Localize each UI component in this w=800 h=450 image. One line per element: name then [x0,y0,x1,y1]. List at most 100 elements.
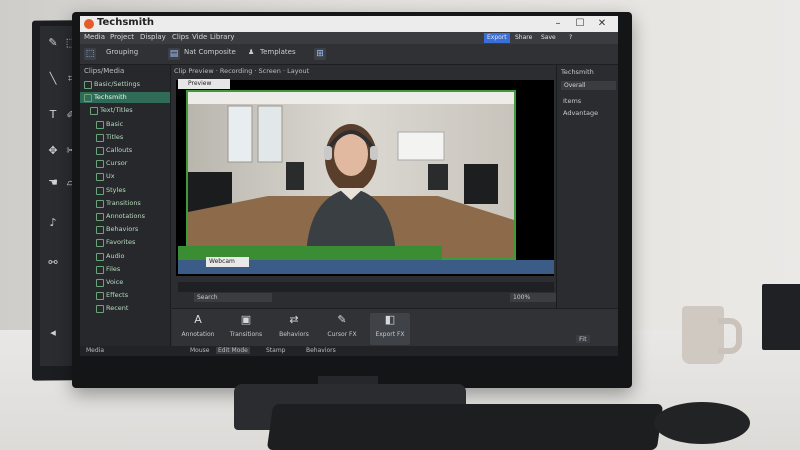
tree-item[interactable]: Effects [80,290,170,301]
behaviors-icon: ⇄ [289,313,299,326]
menu-media[interactable]: Media [84,33,105,41]
tree-item[interactable]: Annotations [80,211,170,222]
title-bar: Techsmith – ☐ ✕ [80,16,618,32]
webcam-video[interactable] [186,90,516,260]
properties-item-items[interactable]: Items [563,97,581,105]
tree-item[interactable]: Files [80,264,170,275]
tree-item[interactable]: Transitions [80,198,170,209]
status-edit-mode[interactable]: Edit Mode [216,347,250,354]
preview-tab[interactable]: Preview [178,79,230,89]
pointer-icon[interactable]: ⬚ [84,48,96,60]
tree-item[interactable]: Recent [80,303,170,314]
tree-item[interactable]: Voice [80,277,170,288]
move-icon[interactable]: ✥ [44,144,62,158]
app-logo-icon [84,19,94,29]
properties-dropdown[interactable]: Overall [561,81,616,90]
tree-item-label: Styles [106,185,126,194]
transitions-icon: ▣ [240,313,252,326]
tree-item[interactable]: Basic [80,119,170,130]
track-label: Webcam [206,257,249,267]
maximize-button[interactable]: ☐ [572,17,588,31]
folder-icon [96,252,104,261]
tree-item[interactable]: Titles [80,132,170,143]
tree-item-label: Ux [106,172,115,181]
folder-icon [84,94,92,103]
minimize-button[interactable]: – [550,17,566,31]
effect-cursor[interactable]: ✎ Cursor FX [322,313,362,338]
tree-item-label: Basic/Settings [94,80,141,88]
folder-icon [96,265,104,274]
menu-library[interactable]: Library [210,33,234,41]
effect-label: Behaviors [279,331,309,338]
tree-item-label: Callouts [106,146,133,154]
folder-icon [96,160,104,169]
tree-item-label: Voice [106,278,124,286]
effect-label: Cursor FX [327,331,357,338]
scroll-icon[interactable]: ◂ [44,326,62,340]
menu-vide[interactable]: Vide [192,33,207,41]
status-media[interactable]: Media [86,347,104,354]
effect-export[interactable]: ◧ Export FX [370,313,410,345]
effect-behaviors[interactable]: ⇄ Behaviors [274,313,314,338]
effect-label: Annotation [181,331,215,338]
status-stamp[interactable]: Stamp [266,347,286,354]
preview-header: Clip Preview · Recording · Screen · Layo… [172,65,554,77]
timeline-search-field[interactable]: Search [194,293,272,302]
scrub-bar[interactable] [178,282,554,292]
tree-item[interactable]: Basic/Settings [80,79,170,90]
toolbar-composite[interactable]: Nat Composite [184,48,236,56]
status-mouse[interactable]: Mouse [190,347,209,354]
zoom-field[interactable]: 100% [510,293,557,302]
sound-icon[interactable]: ♪ [44,216,62,230]
app-window: Techsmith – ☐ ✕ Media Project Display Cl… [80,16,618,356]
effect-annotation[interactable]: A Annotation [178,313,218,338]
tree-item[interactable]: Cursor [80,158,170,169]
person-icon[interactable]: ♟ [248,48,254,56]
line-icon[interactable]: ╲ [44,72,62,86]
tree-item[interactable]: Callouts [80,145,170,156]
tree-item[interactable]: Favorites [80,237,170,248]
link-icon[interactable]: ⚯ [44,256,62,270]
tree-item-label: Cursor [106,159,128,168]
export-button[interactable]: Export [484,33,510,43]
tree-item[interactable]: Text/Titles [80,105,170,116]
save-button[interactable]: Save [538,33,559,43]
toolbar: ⬚ Grouping ▤ Nat Composite ♟ Templates ⊞ [80,44,618,65]
mug-handle [718,318,742,354]
tree-item[interactable]: Styles [80,185,170,196]
tree-item[interactable]: Techsmith [80,92,170,104]
menu-project[interactable]: Project [110,33,134,41]
hand-icon[interactable]: ☚ [44,176,62,190]
panel-header: Clips/Media [84,67,125,75]
tree-item[interactable]: Behaviors [80,224,170,235]
brush-icon[interactable]: ✎ [44,36,62,50]
folder-icon [96,292,104,301]
properties-item-advantage[interactable]: Advantage [563,109,598,117]
toolbar-templates[interactable]: Templates [260,48,296,56]
share-button[interactable]: Share [512,33,535,43]
fit-badge[interactable]: Fit [576,335,590,343]
tree-item-label: Text/Titles [100,106,133,115]
text-tool-icon[interactable]: T [44,108,62,122]
tree-item[interactable]: Audio [80,251,170,262]
tree-item-label: Titles [106,132,124,141]
close-button[interactable]: ✕ [594,17,610,31]
toolbar-grouping[interactable]: Grouping [106,48,138,56]
tree-item-label: Behaviors [106,225,139,234]
folder-icon [96,239,104,248]
layout-icon[interactable]: ⊞ [314,48,326,60]
status-behaviors[interactable]: Behaviors [306,347,336,354]
tree-item-label: Files [106,264,121,273]
folder-icon [96,279,104,287]
composite-icon[interactable]: ▤ [168,48,180,60]
effect-transitions[interactable]: ▣ Transitions [226,313,266,338]
folder-icon [96,226,104,235]
menu-clips[interactable]: Clips [172,33,189,41]
status-bar: Media Mouse Edit Mode Stamp Behaviors [80,346,618,356]
tree-item-label: Audio [106,251,125,260]
help-button[interactable]: ? [566,33,575,43]
effect-label: Export FX [375,331,405,338]
tree-item-label: Basic [106,119,124,128]
menu-display[interactable]: Display [140,33,166,41]
tree-item[interactable]: Ux [80,171,170,182]
